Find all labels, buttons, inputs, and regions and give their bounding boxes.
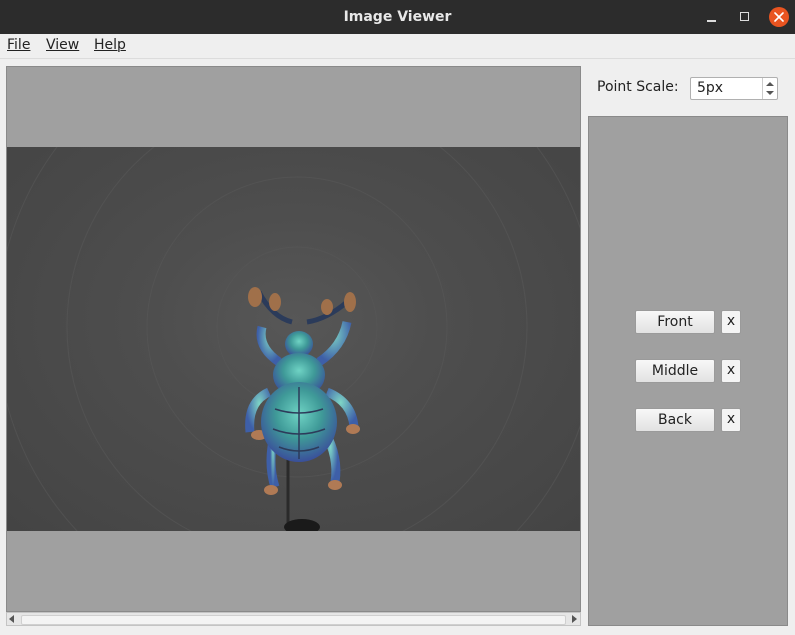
beetle-image <box>7 147 580 531</box>
spin-up-icon[interactable] <box>766 82 774 86</box>
specimen-photo[interactable] <box>7 147 580 531</box>
spin-down-icon[interactable] <box>766 91 774 95</box>
point-scale-value[interactable]: 5px <box>697 80 723 96</box>
point-scale-spinbox[interactable]: 5px <box>690 77 778 100</box>
spin-arrows[interactable] <box>762 78 777 99</box>
point-scale-label: Point Scale: <box>597 79 679 95</box>
title-bar: Image Viewer <box>0 0 795 34</box>
remove-front-button[interactable]: x <box>721 310 741 334</box>
image-view[interactable] <box>6 66 581 612</box>
scroll-right-icon[interactable] <box>572 615 577 623</box>
window-title: Image Viewer <box>343 9 452 25</box>
menu-view[interactable]: View <box>46 37 79 53</box>
middle-button[interactable]: Middle <box>635 359 715 383</box>
close-icon[interactable] <box>769 7 789 27</box>
scroll-left-icon[interactable] <box>9 615 14 623</box>
front-button[interactable]: Front <box>635 310 715 334</box>
maximize-icon[interactable] <box>735 7 755 27</box>
menu-file[interactable]: File <box>7 37 30 53</box>
menu-bar: File View Help <box>0 34 795 59</box>
remove-back-button[interactable]: x <box>721 408 741 432</box>
horizontal-scrollbar[interactable] <box>6 612 581 626</box>
scrollbar-thumb[interactable] <box>21 615 566 625</box>
menu-help[interactable]: Help <box>94 37 126 53</box>
remove-middle-button[interactable]: x <box>721 359 741 383</box>
back-button[interactable]: Back <box>635 408 715 432</box>
minimize-icon[interactable] <box>702 7 722 27</box>
